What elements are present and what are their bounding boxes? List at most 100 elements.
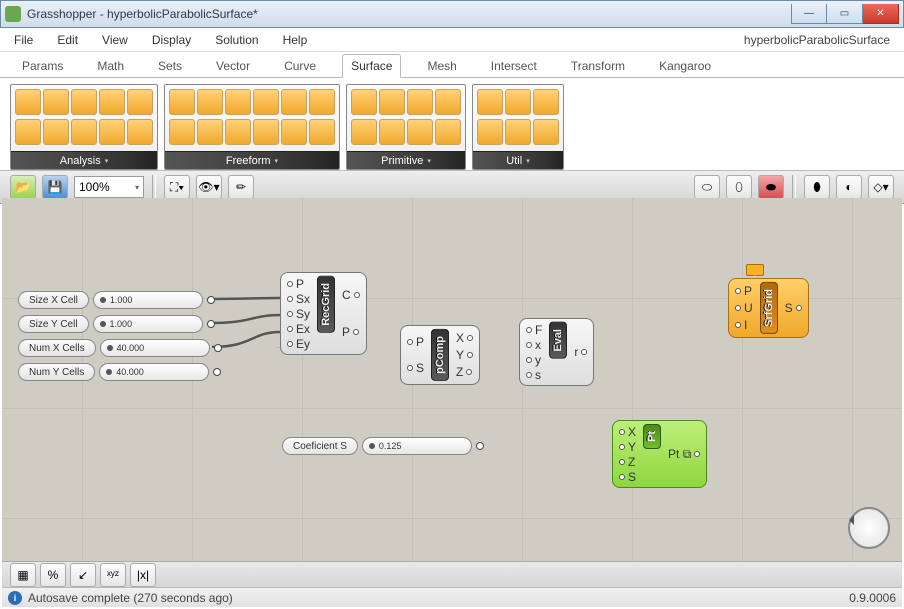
input-port[interactable]: S <box>407 360 424 375</box>
sketch-button[interactable]: ✏ <box>228 175 254 199</box>
output-port[interactable]: P <box>342 325 360 340</box>
tab-intersect[interactable]: Intersect <box>483 55 545 77</box>
output-port[interactable]: Z <box>456 365 473 380</box>
preview-off-button[interactable]: ⬭ <box>694 175 720 199</box>
canvas[interactable]: Size X Cell 1.000 Size Y Cell 1.000 Num … <box>2 198 902 561</box>
input-port[interactable]: X <box>619 424 636 439</box>
input-port[interactable]: P <box>735 283 753 298</box>
component-pcomp[interactable]: PS pComp XYZ <box>400 325 480 385</box>
tool-icon[interactable]: ↙ <box>70 563 96 587</box>
output-port[interactable] <box>207 296 215 304</box>
slider-track[interactable]: 1.000 <box>93 315 203 333</box>
component-icon[interactable] <box>15 89 41 115</box>
output-port[interactable] <box>476 442 484 450</box>
menu-edit[interactable]: Edit <box>57 33 78 47</box>
output-port[interactable]: Y <box>456 347 473 362</box>
component-srfgrid[interactable]: PUI SrfGrid S <box>728 278 809 338</box>
component-icon[interactable] <box>127 119 153 145</box>
tab-transform[interactable]: Transform <box>563 55 633 77</box>
output-port[interactable]: C <box>342 287 360 302</box>
component-icon[interactable] <box>253 119 279 145</box>
tool-icon[interactable]: |x| <box>130 563 156 587</box>
palette-label[interactable]: Freeform <box>165 151 339 169</box>
component-icon[interactable] <box>127 89 153 115</box>
input-port[interactable]: S <box>619 469 636 484</box>
output-port[interactable]: S <box>785 300 802 315</box>
component-icon[interactable] <box>533 119 559 145</box>
output-port[interactable] <box>207 320 215 328</box>
component-icon[interactable] <box>533 89 559 115</box>
input-port[interactable]: I <box>735 318 753 333</box>
number-slider[interactable]: Size Y Cell 1.000 <box>18 314 215 334</box>
tool-icon[interactable]: ▦ <box>10 563 36 587</box>
menu-help[interactable]: Help <box>283 33 308 47</box>
component-icon[interactable] <box>477 119 503 145</box>
component-icon[interactable] <box>379 89 405 115</box>
component-icon[interactable] <box>99 89 125 115</box>
output-port[interactable] <box>213 368 221 376</box>
slider-track[interactable]: 40.000 <box>100 339 210 357</box>
number-slider[interactable]: Num X Cells 40.000 <box>18 338 222 358</box>
output-port[interactable]: Pt ⧉ <box>668 447 700 462</box>
preview-settings-button[interactable]: ◇▾ <box>868 175 894 199</box>
zoom-extents-button[interactable]: ⛶▾ <box>164 175 190 199</box>
component-icon[interactable] <box>505 119 531 145</box>
tab-sets[interactable]: Sets <box>150 55 190 77</box>
palette-label[interactable]: Primitive <box>347 151 465 169</box>
number-slider[interactable]: Num Y Cells 40.000 <box>18 362 221 382</box>
component-icon[interactable] <box>169 119 195 145</box>
component-icon[interactable] <box>281 89 307 115</box>
component-icon[interactable] <box>477 89 503 115</box>
component-icon[interactable] <box>225 119 251 145</box>
menu-file[interactable]: File <box>14 33 33 47</box>
preview-wire-button[interactable]: ⬯ <box>726 175 752 199</box>
save-button[interactable]: 💾 <box>42 175 68 199</box>
component-icon[interactable] <box>15 119 41 145</box>
warning-bubble-icon[interactable] <box>746 264 764 276</box>
menu-display[interactable]: Display <box>152 33 191 47</box>
component-icon[interactable] <box>379 119 405 145</box>
menu-solution[interactable]: Solution <box>215 33 258 47</box>
component-icon[interactable] <box>281 119 307 145</box>
component-icon[interactable] <box>197 119 223 145</box>
tab-params[interactable]: Params <box>14 55 71 77</box>
number-slider[interactable]: Size X Cell 1.000 <box>18 290 215 310</box>
close-button[interactable]: ✕ <box>863 4 899 24</box>
palette-label[interactable]: Analysis <box>11 151 157 169</box>
input-port[interactable]: Z <box>619 454 636 469</box>
tab-surface[interactable]: Surface <box>342 54 401 78</box>
component-icon[interactable] <box>197 89 223 115</box>
canvas-compass[interactable] <box>848 507 890 549</box>
output-port[interactable]: r <box>574 345 587 360</box>
component-icon[interactable] <box>253 89 279 115</box>
preview-shaded-button[interactable]: ⬬ <box>758 175 784 199</box>
input-port[interactable]: Sy <box>287 306 310 321</box>
input-port[interactable]: Ex <box>287 321 310 336</box>
input-port[interactable]: Y <box>619 439 636 454</box>
component-icon[interactable] <box>309 119 335 145</box>
input-port[interactable]: s <box>526 367 542 382</box>
palette-label[interactable]: Util <box>473 151 563 169</box>
component-icon[interactable] <box>43 89 69 115</box>
component-icon[interactable] <box>169 89 195 115</box>
input-port[interactable]: x <box>526 337 542 352</box>
tab-kangaroo[interactable]: Kangaroo <box>651 55 719 77</box>
preview-selected-button[interactable]: ⬮ <box>804 175 830 199</box>
input-port[interactable]: P <box>407 334 424 349</box>
tab-curve[interactable]: Curve <box>276 55 324 77</box>
preview-mesh-button[interactable]: ◐ <box>836 175 862 199</box>
component-icon[interactable] <box>71 119 97 145</box>
tab-vector[interactable]: Vector <box>208 55 258 77</box>
preview-mode-button[interactable]: 👁▾ <box>196 175 222 199</box>
tab-mesh[interactable]: Mesh <box>419 55 464 77</box>
maximize-button[interactable]: ▭ <box>827 4 863 24</box>
tool-icon[interactable]: % <box>40 563 66 587</box>
component-icon[interactable] <box>225 89 251 115</box>
zoom-combo[interactable]: 100% <box>74 176 144 198</box>
component-icon[interactable] <box>71 89 97 115</box>
input-port[interactable]: U <box>735 300 753 315</box>
input-port[interactable]: y <box>526 352 542 367</box>
component-icon[interactable] <box>351 119 377 145</box>
component-recgrid[interactable]: PSxSyExEy RecGrid CP <box>280 272 367 355</box>
input-port[interactable]: P <box>287 276 310 291</box>
